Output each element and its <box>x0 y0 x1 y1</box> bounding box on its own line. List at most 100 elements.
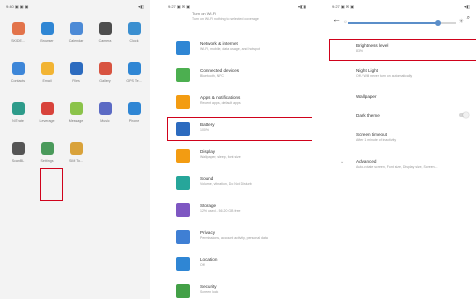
settings-item-subtitle: Permissions, account activity, personal … <box>200 236 268 240</box>
app-icon-9[interactable]: GPS Te... <box>119 62 149 83</box>
display-item-title: Screen timeout <box>356 132 387 137</box>
display-item-title: Advanced <box>356 159 377 164</box>
brightness-slider-fill <box>348 22 438 24</box>
app-icon-15[interactable]: ScanBL <box>3 142 33 163</box>
settings-item-icon <box>176 95 190 109</box>
display-item-title: Wallpaper <box>356 94 377 99</box>
app-label: Message <box>68 119 84 123</box>
app-icon-11[interactable]: Leverage <box>32 102 62 123</box>
app-icon-1[interactable]: Browser <box>32 22 62 43</box>
app-icon-16[interactable]: Settings <box>32 142 62 163</box>
settings-item-title: Network & internet <box>200 41 238 46</box>
app-glyph-icon <box>69 142 83 155</box>
display-screen: 9:27 ▣ ✉ ▣ ▾◧ ← ☼ ☀ ⌕ Brightness level 83… <box>326 0 476 299</box>
settings-item-subtitle: Wi-Fi, mobile, data usage, and hotspot <box>200 47 260 51</box>
app-label: Gallery <box>99 79 111 83</box>
app-glyph-icon <box>98 102 112 115</box>
app-icon-8[interactable]: Gallery <box>90 62 120 83</box>
cut-off-item-sub: Turn on Wi-Fi nothing to selected covera… <box>192 17 259 21</box>
settings-item-title: Location <box>200 257 218 262</box>
toolbar: ← ☼ ☀ ⌕ <box>326 12 476 32</box>
settings-item-6[interactable]: Storage 12% used - 56.20 GB free <box>170 200 308 222</box>
brightness-high-icon: ☀ <box>458 19 464 25</box>
settings-item-subtitle: Off <box>200 263 205 267</box>
display-item-title: Dark theme <box>356 113 380 118</box>
status-time: 9:27 ▣ ✉ ▣ <box>168 4 191 9</box>
settings-item-title: Security <box>200 284 217 289</box>
settings-item-icon <box>176 41 190 55</box>
app-icon-2[interactable]: Calendar <box>61 22 91 43</box>
app-icon-12[interactable]: Message <box>61 102 91 123</box>
settings-item-icon <box>176 257 190 271</box>
display-item-3[interactable]: Dark theme <box>356 111 470 131</box>
settings-item-9[interactable]: Security Screen lock <box>170 281 308 299</box>
settings-item-0[interactable]: Network & internet Wi-Fi, mobile, data us… <box>170 38 308 60</box>
app-label: Calendar <box>68 39 84 43</box>
settings-item-subtitle: Volume, vibration, Do Not Disturb <box>200 182 252 186</box>
settings-item-icon <box>176 149 190 163</box>
chevron-down-icon: ⌄ <box>340 159 345 165</box>
app-glyph-icon <box>11 102 25 115</box>
settings-item-title: Privacy <box>200 230 216 235</box>
settings-item-icon <box>176 68 190 82</box>
display-item-subtitle: Auto-rotate screen, Font size, Display s… <box>356 165 438 169</box>
app-label: Music <box>100 119 110 123</box>
status-bar: 9:40 ▣ ▣ ▣ ▾◧ <box>0 0 150 12</box>
app-glyph-icon <box>127 22 141 35</box>
app-glyph-icon <box>40 62 54 75</box>
app-icon-13[interactable]: Music <box>90 102 120 123</box>
display-item-4[interactable]: Screen timeout After 1 minute of inactivi… <box>356 130 470 150</box>
display-item-5[interactable]: Advanced Auto-rotate screen, Font size, D… <box>356 157 470 177</box>
settings-highlight <box>40 168 63 201</box>
app-glyph-icon <box>69 62 83 75</box>
app-icon-6[interactable]: Email <box>32 62 62 83</box>
app-glyph-icon <box>98 22 112 35</box>
settings-item-icon <box>176 203 190 217</box>
settings-item-7[interactable]: Privacy Permissions, account activity, pe… <box>170 227 308 249</box>
settings-item-title: Apps & notifications <box>200 95 241 100</box>
app-glyph-icon <box>127 62 141 75</box>
status-icons: ▾◧ <box>138 4 144 9</box>
brightness-slider[interactable] <box>348 19 456 26</box>
app-icon-4[interactable]: Clock <box>119 22 149 43</box>
app-glyph-icon <box>98 62 112 75</box>
search-icon[interactable]: ⌕ <box>467 15 470 22</box>
settings-item-title: Connected devices <box>200 68 240 73</box>
app-glyph-icon <box>40 22 54 35</box>
app-icon-5[interactable]: Contacts <box>3 62 33 83</box>
settings-item-icon <box>176 284 190 298</box>
app-label: Email <box>42 79 52 83</box>
app-label: NiTrate <box>12 119 24 123</box>
cut-off-item: Turn on Wi-Fi <box>192 11 217 16</box>
settings-item-subtitle: Bluetooth, NFC <box>200 74 224 78</box>
status-icons: ▾◧ <box>464 4 470 9</box>
display-item-2[interactable]: Wallpaper <box>356 92 470 112</box>
status-icons: ▾◧▮ <box>298 4 306 9</box>
settings-item-8[interactable]: Location Off <box>170 254 308 276</box>
app-glyph-icon <box>11 62 25 75</box>
settings-item-title: Sound <box>200 176 214 181</box>
settings-item-1[interactable]: Connected devices Bluetooth, NFC <box>170 65 308 87</box>
brightness-slider-knob[interactable] <box>434 19 441 26</box>
app-label: ScanBL <box>11 159 25 163</box>
settings-item-icon <box>176 176 190 190</box>
app-icon-17[interactable]: SIM To... <box>61 142 91 163</box>
app-glyph-icon <box>11 142 25 155</box>
dark-theme-toggle[interactable] <box>459 112 469 118</box>
display-item-subtitle: Off / Will never turn on automatically <box>356 74 413 78</box>
display-item-1[interactable]: Night Light Off / Will never turn on auto… <box>356 66 470 86</box>
settings-item-5[interactable]: Sound Volume, vibration, Do Not Disturb <box>170 173 308 195</box>
settings-item-title: Storage <box>200 203 217 208</box>
app-glyph-icon <box>127 102 141 115</box>
settings-item-2[interactable]: Apps & notifications Recent apps, default… <box>170 92 308 114</box>
home-screen: 9:40 ▣ ▣ ▣ ▾◧ SKIDE... Browser Calendar Cam… <box>0 0 150 299</box>
app-icon-10[interactable]: NiTrate <box>3 102 33 123</box>
settings-item-4[interactable]: Display Wallpaper, sleep, font size <box>170 146 308 168</box>
app-icon-7[interactable]: Files <box>61 62 91 83</box>
display-item-subtitle: After 1 minute of inactivity <box>356 138 397 142</box>
app-icon-0[interactable]: SKIDE... <box>3 22 33 43</box>
brightness-highlight <box>329 39 476 61</box>
app-icon-14[interactable]: Phone <box>119 102 149 123</box>
app-icon-3[interactable]: Camera <box>90 22 120 43</box>
back-arrow-icon[interactable]: ← <box>332 14 341 24</box>
